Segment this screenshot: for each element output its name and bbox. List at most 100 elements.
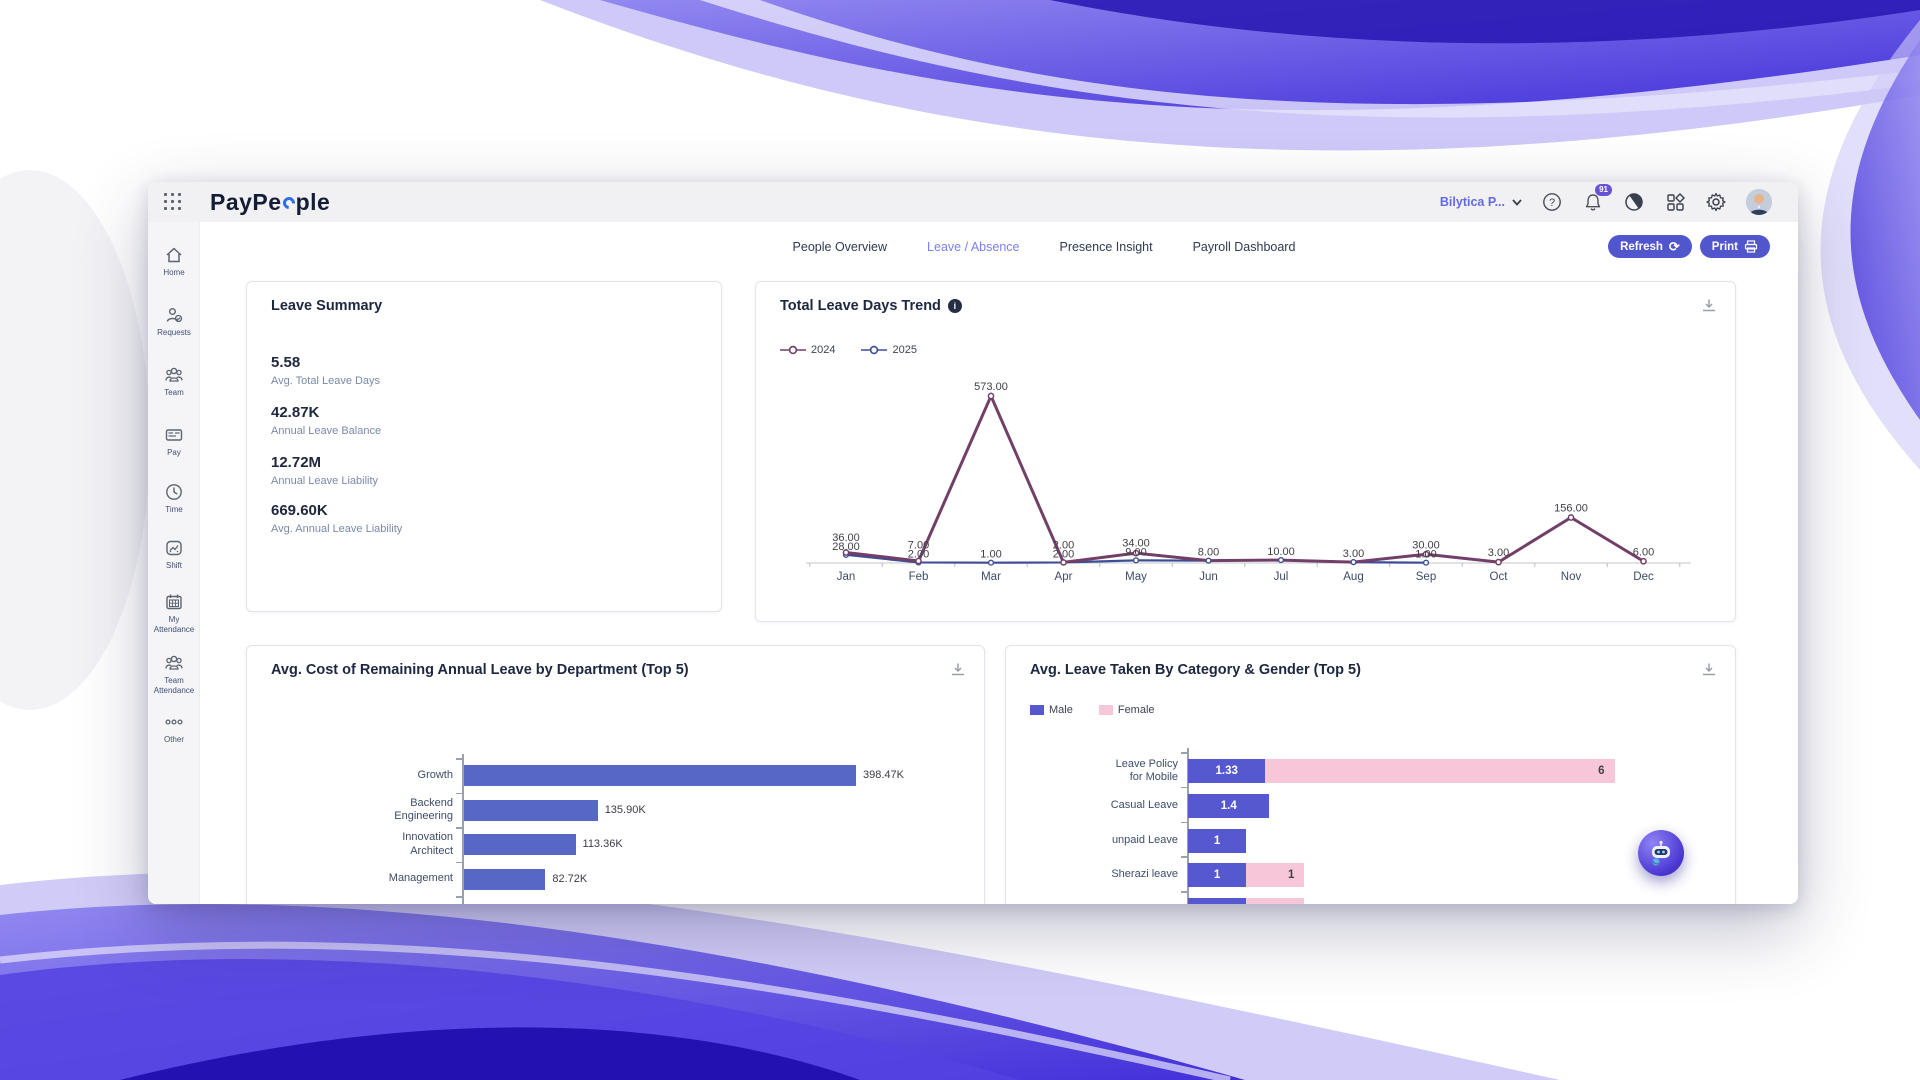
- dept-bar[interactable]: [464, 800, 598, 821]
- other-icon: [164, 712, 184, 732]
- x-tick-label: Nov: [1561, 571, 1582, 583]
- data-point-label: 10.00: [1267, 546, 1295, 558]
- sidebar-item-label: Requests: [148, 328, 200, 338]
- metric-avg-total-leave-days: 5.58 Avg. Total Leave Days: [271, 354, 380, 387]
- axis-tick: [456, 827, 462, 829]
- legend-item-male[interactable]: Male: [1030, 704, 1073, 716]
- legend-label: Male: [1049, 704, 1073, 716]
- sidebar-item-label: Team: [148, 388, 200, 398]
- sidebar-item-team-attendance[interactable]: Team Attendance: [148, 653, 200, 697]
- sidebar-item-my-attendance[interactable]: My Attendance: [148, 592, 200, 636]
- metric-label: Avg. Total Leave Days: [271, 375, 380, 387]
- metric-label: Annual Leave Balance: [271, 425, 381, 437]
- category-label: Backend Engineering: [265, 800, 453, 821]
- info-icon[interactable]: i: [948, 299, 962, 313]
- dept-bar[interactable]: [464, 869, 545, 890]
- category-label: Casual Leave: [1020, 794, 1178, 818]
- download-icon[interactable]: [1701, 298, 1717, 313]
- download-icon[interactable]: [1701, 662, 1717, 677]
- shift-icon: [164, 538, 184, 558]
- theme-toggle-button[interactable]: [1623, 191, 1645, 213]
- legend-item-2024[interactable]: 2024: [780, 344, 835, 356]
- apps-grid-icon: [1666, 193, 1685, 212]
- print-icon: [1744, 240, 1758, 253]
- apps-menu-button[interactable]: [1664, 191, 1686, 213]
- metric-value: 12.72M: [271, 454, 378, 471]
- settings-button[interactable]: [1705, 191, 1727, 213]
- logo-text-post: ple: [296, 189, 331, 216]
- sidebar-item-other[interactable]: Other: [148, 712, 200, 745]
- axis-tick: [1181, 787, 1187, 789]
- avatar-photo: [1746, 189, 1772, 215]
- sidebar-item-label: Shift: [148, 561, 200, 571]
- sidebar-item-time[interactable]: Time: [148, 482, 200, 515]
- sidebar-item-label: Home: [148, 268, 200, 278]
- dept-bar[interactable]: [464, 834, 576, 855]
- category-label: Innovation Architect: [265, 834, 453, 855]
- paypeople-logo: PayPe ple: [210, 189, 330, 216]
- legend-label: 2024: [811, 344, 835, 356]
- sidebar-item-requests[interactable]: Requests: [148, 305, 200, 338]
- chat-bot-button[interactable]: [1638, 830, 1684, 876]
- data-point-label: 3.00: [1488, 547, 1509, 559]
- help-button[interactable]: ?: [1541, 191, 1563, 213]
- bar-value-label: 82.72K: [552, 869, 587, 890]
- legend-item-2025[interactable]: 2025: [861, 344, 916, 356]
- axis-tick: [456, 862, 462, 864]
- metric-annual-leave-liability: 12.72M Annual Leave Liability: [271, 454, 378, 487]
- sidebar-item-shift[interactable]: Shift: [148, 538, 200, 571]
- refresh-button[interactable]: Refresh ⟳: [1608, 235, 1692, 258]
- axis-tick: [456, 896, 462, 898]
- data-point-label: 36.00: [832, 532, 860, 544]
- settings-gear-icon: [1706, 192, 1726, 212]
- metric-value: 669.60K: [271, 502, 402, 519]
- home-icon: [164, 245, 184, 265]
- print-button[interactable]: Print: [1700, 235, 1770, 258]
- x-tick-label: Mar: [981, 571, 1001, 583]
- bar-value-label: 113.36K: [583, 834, 623, 855]
- x-tick-label: Jun: [1199, 571, 1218, 583]
- axis-tick: [1181, 752, 1187, 754]
- account-menu[interactable]: Bilytica P...: [1440, 195, 1522, 209]
- legend-label: Female: [1118, 704, 1155, 716]
- male-bar[interactable]: [1188, 898, 1246, 904]
- requests-icon: [164, 305, 184, 325]
- refresh-label: Refresh: [1620, 241, 1663, 253]
- dept-bar[interactable]: [464, 765, 856, 786]
- axis-tick: [1181, 822, 1187, 824]
- male-value-label: 1.4: [1188, 794, 1269, 818]
- tab-presence-insight[interactable]: Presence Insight: [1059, 240, 1152, 254]
- metric-label: Avg. Annual Leave Liability: [271, 523, 402, 535]
- male-value-label: 1.33: [1188, 759, 1265, 783]
- sidebar-item-team[interactable]: Team: [148, 365, 200, 398]
- leave-trend-chart: JanFebMarAprMayJunJulAugSepOctNovDec28.0…: [766, 366, 1726, 616]
- tab-people-overview[interactable]: People Overview: [793, 240, 888, 254]
- svg-text:?: ?: [1549, 197, 1555, 209]
- sidebar-item-pay[interactable]: Pay: [148, 425, 200, 458]
- sidebar: Home Requests Team Pay Time Shift My Attendanc…: [148, 222, 200, 904]
- tab-leave-absence[interactable]: Leave / Absence: [927, 240, 1019, 254]
- sidebar-item-label: Time: [148, 505, 200, 515]
- app-launcher-icon[interactable]: [164, 193, 182, 211]
- team-icon: [164, 365, 184, 385]
- sidebar-item-home[interactable]: Home: [148, 245, 200, 278]
- category-label: unpaid Leave: [1020, 829, 1178, 853]
- metric-label: Annual Leave Liability: [271, 475, 378, 487]
- female-bar[interactable]: [1246, 898, 1304, 904]
- x-tick-label: Jul: [1274, 571, 1289, 583]
- data-point-label: 573.00: [974, 381, 1008, 393]
- data-point-label: 7.00: [908, 539, 929, 551]
- x-tick-label: Feb: [909, 571, 929, 583]
- trend-legend: 2024 2025: [780, 344, 917, 356]
- gender-legend: Male Female: [1030, 704, 1155, 716]
- data-point-label: 3.00: [1343, 548, 1364, 560]
- data-point-label: 156.00: [1554, 503, 1588, 515]
- download-icon[interactable]: [950, 662, 966, 677]
- logo-text-pre: PayPe: [210, 189, 282, 216]
- user-avatar[interactable]: [1746, 189, 1772, 215]
- legend-item-female[interactable]: Female: [1099, 704, 1155, 716]
- sidebar-item-label: Pay: [148, 448, 200, 458]
- notifications-button[interactable]: 91: [1582, 191, 1604, 213]
- tab-payroll-dashboard[interactable]: Payroll Dashboard: [1193, 240, 1296, 254]
- x-tick-label: Jan: [837, 571, 856, 583]
